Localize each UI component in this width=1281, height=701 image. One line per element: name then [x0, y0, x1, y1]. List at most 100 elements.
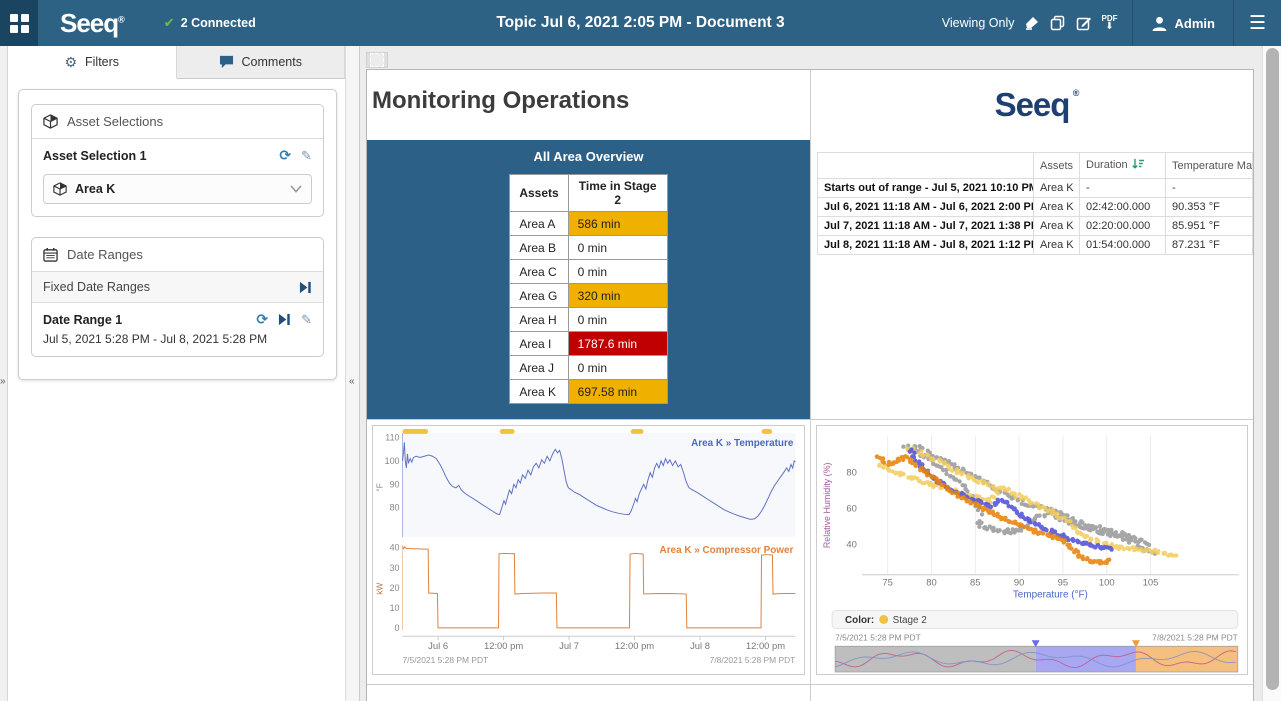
check-icon: ✔ — [164, 15, 175, 31]
condition-asset: Area K — [1034, 236, 1080, 255]
fixed-date-ranges-row: Fixed Date Ranges — [32, 272, 323, 303]
svg-text:Stage 2: Stage 2 — [893, 615, 928, 626]
overview-value: 0 min — [568, 236, 667, 260]
seeq-logo[interactable]: Seeq® — [60, 8, 124, 39]
pdf-export-icon[interactable]: PDF ⬇ — [1102, 15, 1118, 32]
asset-dropdown[interactable]: Area K — [43, 174, 312, 204]
top-bar: Seeq® ✔ 2 Connected Topic Jul 6, 2021 2:… — [0, 0, 1281, 46]
expand-right-icon[interactable]: » — [0, 376, 6, 387]
highlighter-icon[interactable] — [1024, 15, 1041, 32]
condition-tempmax: 85.951 °F — [1166, 217, 1253, 236]
refresh-icon[interactable]: ⟳ — [256, 311, 268, 328]
chevron-down-icon — [290, 185, 302, 193]
svg-text:60: 60 — [846, 502, 856, 513]
hamburger-menu-icon[interactable]: ☰ — [1234, 12, 1281, 35]
calendar-icon — [43, 247, 58, 262]
overview-table: Assets Time in Stage 2 Area A586 minArea… — [509, 174, 667, 404]
overview-row: Area J0 min — [510, 356, 667, 380]
condition-duration: 01:54:00.000 — [1080, 236, 1166, 255]
overview-asset: Area B — [510, 236, 568, 260]
overview-row: Area H0 min — [510, 308, 667, 332]
asset-selection-row: Asset Selection 1 ⟳ ✎ — [32, 139, 323, 172]
svg-text:30: 30 — [390, 563, 400, 573]
vertical-scrollbar[interactable] — [1262, 46, 1281, 701]
user-name: Admin — [1175, 16, 1215, 31]
seeq-document-logo: Seeq® — [995, 86, 1070, 124]
overview-col-time: Time in Stage 2 — [568, 175, 667, 212]
condition-row: Jul 6, 2021 11:18 AM - Jul 6, 2021 2:00 … — [818, 198, 1253, 217]
copy-icon[interactable] — [1050, 15, 1067, 32]
cell-next-row-left — [367, 685, 811, 701]
svg-text:110: 110 — [385, 433, 399, 443]
tab-filters-label: Filters — [85, 55, 119, 69]
overview-value: 1787.6 min — [568, 332, 667, 356]
overview-row: Area I1787.6 min — [510, 332, 667, 356]
cond-col-duration[interactable]: Duration — [1080, 153, 1166, 179]
overview-value: 320 min — [568, 284, 667, 308]
tab-comments-label: Comments — [242, 55, 302, 69]
condition-tempmax: 90.353 °F — [1166, 198, 1253, 217]
cell-condition-table: Seeq® Assets Duration Temperature Max St… — [811, 70, 1253, 420]
svg-text:7/5/2021 5:28 PM PDT: 7/5/2021 5:28 PM PDT — [835, 632, 921, 642]
condition-asset: Area K — [1034, 179, 1080, 198]
svg-text:0: 0 — [395, 623, 400, 633]
svg-text:90: 90 — [1014, 577, 1024, 588]
overview-row: Area B0 min — [510, 236, 667, 260]
cell-trend-chart: 1101009080°FArea K » Temperature40302010… — [367, 420, 811, 685]
user-icon — [1151, 15, 1168, 32]
edit-icon[interactable]: ✎ — [301, 312, 312, 328]
table-drag-handle[interactable] — [366, 52, 388, 68]
refresh-icon[interactable]: ⟳ — [279, 147, 291, 164]
connection-status[interactable]: ✔ 2 Connected — [164, 15, 256, 31]
overview-row: Area G320 min — [510, 284, 667, 308]
step-forward-icon[interactable] — [278, 313, 291, 326]
condition-row: Jul 8, 2021 11:18 AM - Jul 8, 2021 1:12 … — [818, 236, 1253, 255]
svg-text:kW: kW — [375, 583, 385, 595]
all-area-overview-panel: All Area Overview Assets Time in Stage 2… — [367, 140, 810, 419]
asset-selections-box: Asset Selections Asset Selection 1 ⟳ ✎ A… — [31, 104, 324, 217]
edit-icon[interactable]: ✎ — [301, 148, 312, 164]
tab-comments[interactable]: Comments — [177, 46, 346, 78]
condition-duration: 02:42:00.000 — [1080, 198, 1166, 217]
trend-chart[interactable]: 1101009080°FArea K » Temperature40302010… — [372, 425, 805, 675]
svg-text:Jul 8: Jul 8 — [690, 640, 710, 651]
sidebar-collapse-strip[interactable]: « — [345, 46, 360, 701]
condition-row: Starts out of range - Jul 5, 2021 10:10 … — [818, 179, 1253, 198]
condition-table: Assets Duration Temperature Max Starts o… — [817, 152, 1253, 255]
app-grid-button[interactable] — [0, 0, 38, 46]
asset-selection-name: Asset Selection 1 — [43, 149, 147, 163]
sidebar: ⚙ Filters Comments Asset Selections Asse… — [8, 46, 345, 701]
svg-text:10: 10 — [390, 603, 400, 613]
asset-dropdown-value: Area K — [75, 182, 115, 196]
date-ranges-header: Date Ranges — [32, 238, 323, 272]
gear-icon: ⚙ — [64, 54, 77, 71]
date-range-value: Jul 5, 2021 5:28 PM - Jul 8, 2021 5:28 P… — [32, 332, 323, 356]
svg-text:°F: °F — [375, 483, 385, 492]
condition-duration: - — [1080, 179, 1166, 198]
scatter-chart[interactable]: 7580859095100105806040Temperature (°F)Re… — [816, 425, 1248, 675]
overview-col-assets: Assets — [510, 175, 568, 212]
overview-asset: Area A — [510, 212, 568, 236]
condition-label: Jul 6, 2021 11:18 AM - Jul 6, 2021 2:00 … — [818, 198, 1034, 217]
collapse-left-icon[interactable]: « — [349, 376, 355, 387]
sidebar-tabbar: ⚙ Filters Comments — [8, 46, 345, 79]
step-forward-icon[interactable] — [299, 281, 312, 294]
cell-scatter-chart: 7580859095100105806040Temperature (°F)Re… — [811, 420, 1253, 685]
condition-asset: Area K — [1034, 217, 1080, 236]
sort-desc-icon — [1132, 159, 1144, 173]
left-panel-collapse-strip[interactable]: » — [0, 46, 8, 701]
svg-text:20: 20 — [390, 583, 400, 593]
date-range-name: Date Range 1 — [43, 313, 122, 327]
svg-text:Jul 6: Jul 6 — [428, 640, 448, 651]
date-ranges-box: Date Ranges Fixed Date Ranges Date Range… — [31, 237, 324, 357]
condition-tempmax: - — [1166, 179, 1253, 198]
overview-asset: Area K — [510, 380, 568, 404]
overview-value: 697.58 min — [568, 380, 667, 404]
svg-text:105: 105 — [1143, 577, 1159, 588]
user-menu[interactable]: Admin — [1133, 15, 1233, 32]
tab-filters[interactable]: ⚙ Filters — [8, 46, 177, 79]
scrollbar-thumb[interactable] — [1266, 48, 1279, 690]
edit-icon[interactable] — [1076, 15, 1093, 32]
svg-text:12:00 pm: 12:00 pm — [484, 640, 523, 651]
asset-selections-title: Asset Selections — [67, 114, 163, 129]
